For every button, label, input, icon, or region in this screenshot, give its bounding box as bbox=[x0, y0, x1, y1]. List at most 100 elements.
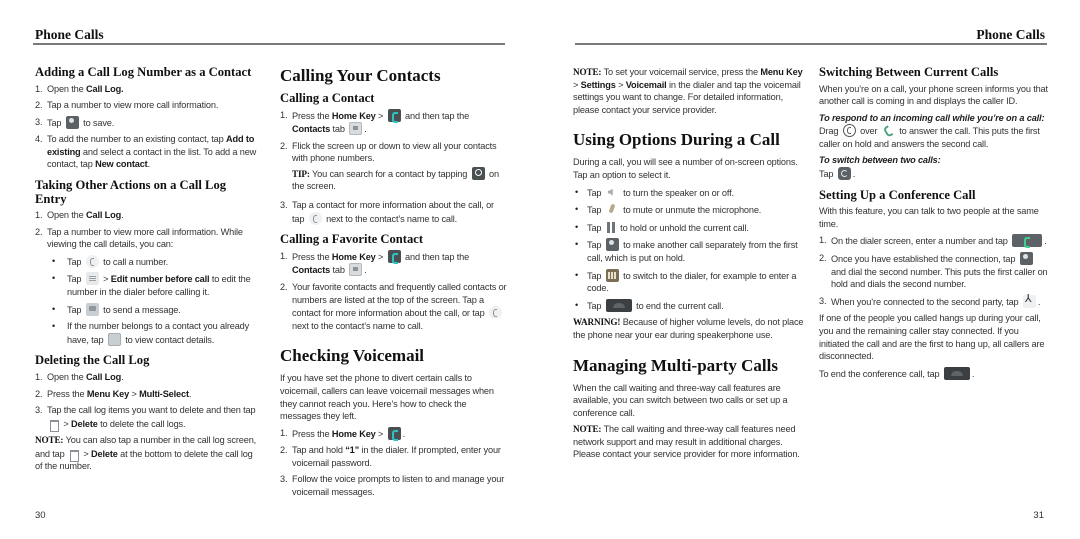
step-number: 3. bbox=[819, 295, 827, 306]
step-item: 1. Open the Call Log. bbox=[35, 371, 260, 384]
bullet-text: to send a message. bbox=[100, 304, 181, 315]
step-number: 4. bbox=[35, 134, 43, 145]
add-call-icon bbox=[605, 238, 619, 252]
phone-app-icon bbox=[387, 249, 401, 264]
section-calling-favorite: Calling a Favorite Contact 1. Press the H… bbox=[280, 233, 508, 332]
step-item: 3. Follow the voice prompts to listen to … bbox=[280, 473, 508, 498]
step-item: 1. Open the Call Log. bbox=[35, 83, 260, 96]
step-text: On the dialer screen, enter a number and… bbox=[831, 236, 1011, 247]
bullet-text: Tap bbox=[587, 270, 604, 281]
section-other-actions: Taking Other Actions on a Call Log Entry… bbox=[35, 178, 260, 347]
bullet-text: Tap bbox=[587, 300, 604, 311]
step-text: . bbox=[1037, 296, 1041, 307]
dialpad-icon bbox=[605, 268, 619, 282]
step-text: Once you have established the connection… bbox=[831, 253, 1018, 264]
section-heading: Taking Other Actions on a Call Log Entry bbox=[35, 178, 227, 206]
step-text: Open the bbox=[47, 371, 87, 382]
step-item: 3. When you’re connected to the second pa… bbox=[819, 293, 1049, 309]
steps-list: 1. Press the Home Key > and then tap the … bbox=[280, 108, 508, 226]
call-icon bbox=[85, 254, 99, 268]
header-rule-right bbox=[575, 43, 1047, 45]
note-text: > bbox=[81, 448, 92, 459]
bullet-text: Tap bbox=[67, 304, 84, 315]
bullet-list: Tap to call a number. Tap > Edit number … bbox=[47, 254, 260, 347]
section-options-during-call: Using Options During a Call During a cal… bbox=[573, 130, 805, 341]
step-text: and then tap the bbox=[402, 251, 470, 262]
bullet-item: Tap > Edit number before call to edit th… bbox=[47, 272, 260, 298]
phone-app-icon bbox=[387, 108, 401, 123]
step-text: To add the number to an existing contact… bbox=[47, 134, 227, 145]
step-text: and then tap the bbox=[402, 110, 470, 121]
step-item: 2. Press the Menu Key > Multi-Select. bbox=[35, 388, 260, 401]
bold-term: Home Key bbox=[331, 110, 376, 121]
section-calling-a-contact: Calling a Contact 1. Press the Home Key >… bbox=[280, 91, 508, 226]
step-item: 1. Press the Home Key > and then tap the … bbox=[280, 249, 508, 277]
steps-list: 1. Open the Call Log. 2. Press the Menu Ke… bbox=[35, 371, 260, 432]
bullet-text: > bbox=[100, 274, 111, 285]
chapter-heading: Calling Your Contacts bbox=[280, 66, 441, 85]
intro-paragraph: When the call waiting and three-way call… bbox=[573, 382, 788, 418]
step-text: . bbox=[402, 428, 406, 439]
note-label: NOTE: bbox=[35, 435, 64, 446]
intro-paragraph: During a call, you will see a number of … bbox=[573, 157, 798, 180]
note-label: NOTE: bbox=[573, 424, 602, 435]
page-header-left: Phone Calls bbox=[35, 27, 104, 42]
note-text: The call waiting and three-way call feat… bbox=[573, 424, 800, 460]
intro-paragraph: If you have set the phone to divert cert… bbox=[280, 373, 494, 422]
step-number: 3. bbox=[35, 116, 43, 127]
hold-icon bbox=[606, 221, 616, 234]
step-item: 1. Open the Call Log. bbox=[35, 209, 260, 222]
note-text: To set your voicemail service, press the bbox=[601, 67, 761, 77]
step-text: . bbox=[364, 265, 367, 276]
step-text: > bbox=[129, 388, 140, 399]
end-call-icon bbox=[943, 366, 970, 380]
bullet-text: Tap bbox=[587, 222, 604, 233]
step-text: to save. bbox=[80, 117, 115, 128]
bold-term: Menu Key bbox=[760, 67, 803, 77]
add-contact-icon bbox=[65, 115, 79, 129]
message-icon bbox=[85, 302, 99, 316]
step-text: Press the bbox=[292, 428, 332, 439]
step-item: 3. Tap to save. bbox=[35, 115, 260, 130]
body-text: . bbox=[852, 169, 856, 180]
merge-calls-icon bbox=[1022, 293, 1036, 308]
step-text: Tap a number to view more call informati… bbox=[47, 226, 243, 250]
hangup-paragraph: If one of the people you called hangs up… bbox=[819, 313, 1045, 362]
voicemail-note: NOTE: To set your voicemail service, pre… bbox=[573, 66, 805, 116]
step-text: tab bbox=[330, 265, 348, 276]
tip-label: TIP: bbox=[292, 168, 310, 179]
body-text: over bbox=[857, 126, 880, 137]
bullet-text: Tap bbox=[587, 205, 604, 216]
step-item: 2. Once you have established the connecti… bbox=[819, 251, 1049, 291]
bold-term: Call Log bbox=[86, 371, 122, 382]
step-text: Tap and hold bbox=[292, 445, 346, 456]
bullet-text: Tap bbox=[587, 240, 604, 251]
page-number-left: 30 bbox=[35, 510, 46, 521]
bold-term: Edit number before call bbox=[110, 274, 210, 285]
contact-details-icon bbox=[107, 332, 121, 346]
step-text: tab bbox=[330, 124, 348, 135]
bullet-text: to end the current call. bbox=[633, 300, 724, 311]
bullet-item: Tap to send a message. bbox=[47, 302, 260, 317]
step-item: 3. Tap the call log items you want to del… bbox=[35, 404, 260, 432]
add-call-icon bbox=[1019, 251, 1033, 265]
contacts-tab-icon bbox=[349, 122, 363, 136]
steps-list: 1. On the dialer screen, enter a number a… bbox=[819, 234, 1049, 308]
bold-term: Menu Key bbox=[86, 388, 130, 399]
section-multiparty-calls: Managing Multi-party Calls When the call… bbox=[573, 356, 805, 462]
note-paragraph: NOTE: You can also tap a number in the c… bbox=[35, 434, 260, 473]
step-text: Follow the voice prompts to listen to an… bbox=[292, 474, 505, 498]
step-number: 2. bbox=[280, 140, 288, 151]
step-text: . bbox=[121, 210, 124, 221]
step-text: . bbox=[121, 371, 124, 382]
step-text: Open the bbox=[47, 83, 87, 94]
page-number-right: 31 bbox=[1033, 510, 1044, 521]
body-text: To end the conference call, tap bbox=[819, 368, 942, 379]
section-heading: Calling a Contact bbox=[280, 91, 375, 105]
section-deleting-call-log: Deleting the Call Log 1. Open the Call Lo… bbox=[35, 354, 260, 473]
warning-paragraph: WARNING! Because of higher volume levels… bbox=[573, 316, 805, 341]
step-text: > bbox=[375, 110, 386, 121]
step-text: Tap a number to view more call informati… bbox=[47, 100, 219, 111]
bold-term: “1” bbox=[345, 445, 360, 456]
step-text: next to the contact’s name to call. bbox=[323, 213, 458, 224]
